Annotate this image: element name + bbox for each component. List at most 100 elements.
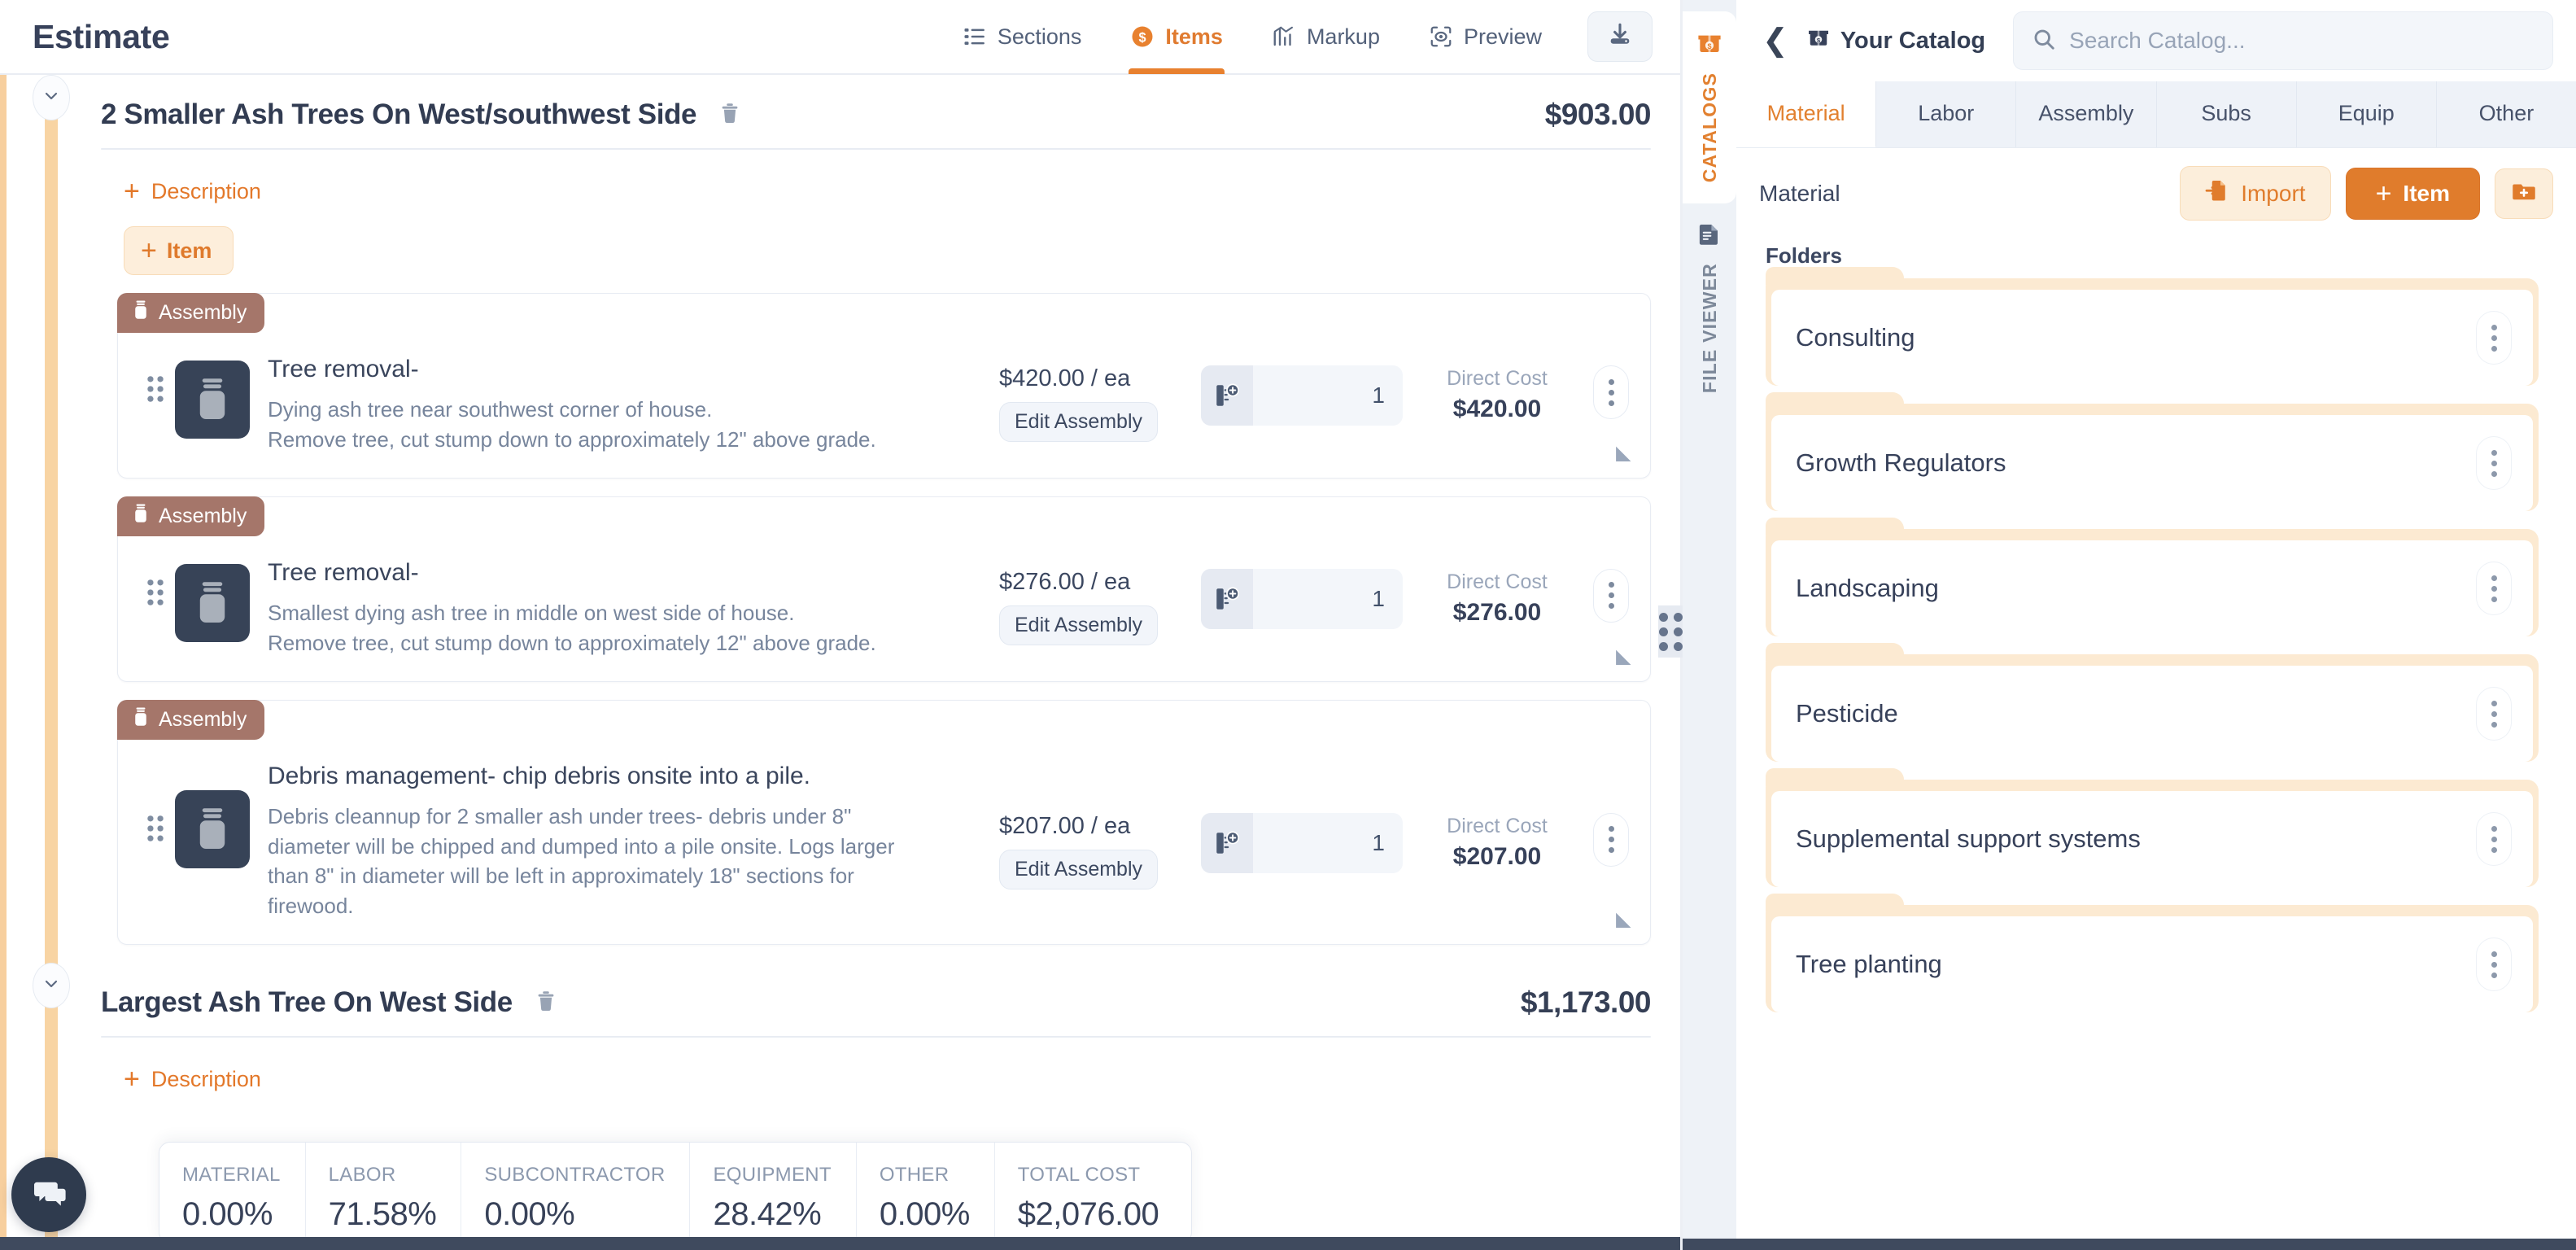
plus-icon: + (141, 235, 157, 266)
direct-cost-value: $420.00 (1452, 396, 1542, 422)
tab-other[interactable]: Other (2436, 81, 2576, 147)
catalog-content: ❮ $ Your Catalog Search Catalog... Mater… (1683, 0, 2576, 1250)
tab-preview-label: Preview (1463, 24, 1542, 49)
edit-assembly-button[interactable]: Edit Assembly (999, 849, 1159, 889)
table-row: Tree removal- Smallest dying ash tree in… (118, 497, 1650, 681)
tab-subs[interactable]: Subs (2156, 81, 2297, 147)
trash-icon (718, 101, 742, 129)
table-row: Tree removal- Dying ash tree near southw… (118, 294, 1650, 478)
item-menu-button[interactable] (1593, 365, 1629, 419)
folder-menu-button[interactable] (2476, 562, 2512, 615)
tab-items[interactable]: $ Items (1106, 0, 1247, 74)
edit-assembly-button[interactable]: Edit Assembly (999, 402, 1159, 442)
list-item[interactable]: Pesticide (1766, 643, 2539, 762)
quantity-value[interactable]: 1 (1253, 813, 1403, 873)
delete-section-button[interactable] (534, 989, 558, 1017)
summary-cell-equipment: EQUIPMENT 28.42% (690, 1143, 857, 1243)
drag-handle[interactable] (138, 754, 173, 842)
add-catalog-item-button[interactable]: + Item (2345, 167, 2480, 220)
item-description[interactable]: Dying ash tree near southwest corner of … (268, 395, 919, 455)
tab-material[interactable]: Material (1736, 81, 1877, 147)
measure-add-icon (1201, 365, 1253, 426)
summary-label: EQUIPMENT (713, 1164, 832, 1186)
delete-section-button[interactable] (718, 101, 742, 129)
drag-handle[interactable] (138, 347, 173, 403)
item-menu-button[interactable] (1593, 568, 1629, 623)
sidebar-item-catalogs[interactable]: $ CATALOGS (1683, 11, 1736, 204)
tab-markup[interactable]: Markup (1247, 0, 1404, 74)
chat-support-button[interactable] (11, 1157, 86, 1232)
download-button[interactable] (1587, 11, 1653, 62)
summary-cell-total-cost: TOTAL COST $2,076.00 (995, 1143, 1191, 1243)
edit-assembly-button[interactable]: Edit Assembly (999, 605, 1159, 645)
summary-label: MATERIAL (182, 1164, 281, 1186)
panel-resize-handle[interactable] (1658, 605, 1683, 658)
list-item[interactable]: Growth Regulators (1766, 392, 2539, 511)
line-item-card: Assembly Tree removal- Dying ash tree ne… (117, 293, 1651, 479)
folder-menu-button[interactable] (2476, 687, 2512, 741)
summary-value: 0.00% (484, 1196, 575, 1232)
summary-label: SUBCONTRACTOR (484, 1164, 666, 1186)
sidebar-item-file-viewer[interactable]: FILE VIEWER (1683, 203, 1736, 414)
textarea-resize-grip[interactable]: ◢ (1616, 645, 1631, 668)
folder-menu-button[interactable] (2476, 938, 2512, 991)
summary-cell-other: OTHER 0.00% (857, 1143, 995, 1243)
list-item[interactable]: Landscaping (1766, 518, 2539, 636)
folder-menu-button[interactable] (2476, 812, 2512, 866)
tab-assembly[interactable]: Assembly (2016, 81, 2157, 147)
import-icon (2205, 178, 2229, 208)
folder-name: Supplemental support systems (1796, 824, 2141, 853)
add-item-button[interactable]: + Item (124, 226, 234, 275)
top-navigation: Sections $ Items Markup Preview (938, 0, 1653, 74)
item-thumbnail (175, 789, 250, 868)
tab-sections[interactable]: Sections (938, 0, 1107, 74)
measure-add-icon (1201, 568, 1253, 629)
page-title: Estimate (33, 17, 170, 55)
sections-icon (963, 24, 987, 49)
add-description-button[interactable]: + Description (124, 177, 261, 205)
import-button[interactable]: Import (2180, 166, 2331, 221)
tab-labor[interactable]: Labor (1876, 81, 2017, 147)
top-toolbar: Estimate Sections $ Items Markup Preview (0, 0, 1680, 75)
textarea-resize-grip[interactable]: ◢ (1616, 441, 1631, 465)
quantity-stepper[interactable]: 1 (1201, 568, 1403, 629)
item-menu-button[interactable] (1593, 812, 1629, 867)
quantity-stepper[interactable]: 1 (1201, 812, 1403, 873)
textarea-resize-grip[interactable]: ◢ (1616, 907, 1631, 931)
quantity-stepper[interactable]: 1 (1201, 365, 1403, 426)
back-button[interactable]: ❮ (1759, 25, 1792, 56)
list-item[interactable]: Tree planting (1766, 894, 2539, 1012)
section-header: Largest Ash Tree On West Side $1,173.00 (33, 963, 1680, 1036)
list-item[interactable]: Supplemental support systems (1766, 768, 2539, 887)
list-item[interactable]: Consulting (1766, 267, 2539, 386)
quantity-value[interactable]: 1 (1253, 365, 1403, 426)
summary-value: 28.42% (713, 1196, 822, 1232)
dollar-circle-icon: $ (1130, 24, 1155, 49)
item-description[interactable]: Debris cleannup for 2 smaller ash under … (268, 802, 919, 922)
summary-cell-subcontractor: SUBCONTRACTOR 0.00% (461, 1143, 691, 1243)
summary-label: TOTAL COST (1017, 1164, 1141, 1186)
folder-menu-button[interactable] (2476, 311, 2512, 365)
svg-text:$: $ (1139, 30, 1146, 45)
folder-menu-button[interactable] (2476, 436, 2512, 490)
add-folder-button[interactable] (2495, 168, 2553, 219)
estimate-main-panel: Estimate Sections $ Items Markup Preview… (0, 0, 1683, 1250)
catalog-box-icon: $ (1696, 29, 1723, 61)
tab-equip[interactable]: Equip (2296, 81, 2437, 147)
status-badge: Assembly (117, 496, 265, 536)
section-collapse-toggle[interactable] (33, 963, 70, 1009)
estimate-scroll-area[interactable]: 2 Smaller Ash Trees On West/southwest Si… (0, 75, 1680, 1250)
drag-handle[interactable] (138, 551, 173, 606)
search-input[interactable]: Search Catalog... (2013, 11, 2553, 70)
tab-preview[interactable]: Preview (1404, 0, 1566, 74)
section-collapse-toggle[interactable] (33, 75, 70, 120)
add-description-button[interactable]: + Description (124, 1065, 261, 1093)
item-cost-column: Direct Cost $420.00 (1416, 347, 1578, 423)
item-description[interactable]: Smallest dying ash tree in middle on wes… (268, 598, 919, 658)
chevron-left-icon: ❮ (1762, 24, 1788, 58)
direct-cost-label: Direct Cost (1447, 570, 1548, 593)
catalog-header: ❮ $ Your Catalog Search Catalog... (1736, 0, 2576, 81)
quantity-value[interactable]: 1 (1253, 569, 1403, 629)
status-badge: Assembly (117, 699, 265, 740)
import-label: Import (2241, 180, 2306, 206)
